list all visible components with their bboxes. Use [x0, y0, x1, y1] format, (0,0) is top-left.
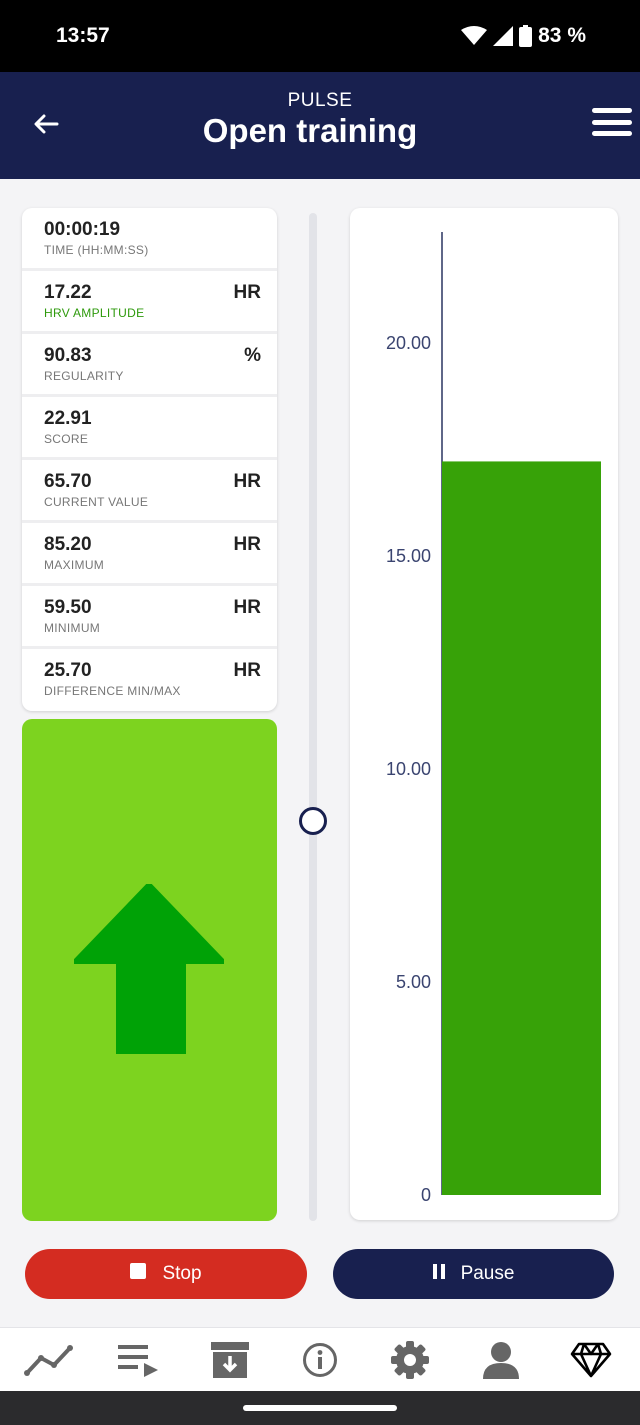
battery-icon — [519, 25, 533, 47]
stats-card: 00:00:19 TIME (HH:MM:SS) 17.22 HRV AMPLI… — [22, 208, 277, 711]
stat-unit: % — [244, 345, 261, 366]
chart-card: 0 5.00 10.00 15.00 20.00 — [350, 208, 618, 1220]
playlist-icon — [118, 1344, 159, 1377]
stat-value: 22.91 — [44, 408, 92, 429]
menu-line — [592, 108, 632, 113]
header-subtitle: PULSE — [287, 90, 353, 111]
stat-row-hrv-amplitude: 17.22 HRV AMPLITUDE HR — [22, 271, 277, 334]
stat-unit: HR — [233, 597, 261, 618]
battery-percent: 83 % — [538, 24, 586, 47]
stat-row-maximum: 85.20 MAXIMUM HR — [22, 523, 277, 586]
home-indicator[interactable] — [243, 1405, 397, 1411]
stop-label: Stop — [162, 1263, 202, 1284]
y-tick-label: 20.00 — [386, 333, 431, 353]
archive-icon — [210, 1341, 249, 1378]
slider-thumb[interactable] — [299, 807, 327, 835]
nav-archive[interactable] — [200, 1335, 260, 1385]
stat-row-difference: 25.70 DIFFERENCE MIN/MAX HR — [22, 649, 277, 711]
stat-label: MAXIMUM — [44, 558, 105, 572]
chart-icon — [24, 1344, 74, 1376]
pause-button[interactable]: Pause — [333, 1249, 614, 1299]
bar — [442, 461, 601, 1195]
stat-unit: HR — [233, 471, 261, 492]
stat-label: MINIMUM — [44, 621, 101, 635]
bottom-nav — [0, 1327, 640, 1391]
stat-value: 59.50 — [44, 597, 92, 618]
nav-info[interactable] — [290, 1335, 350, 1385]
stat-unit: HR — [233, 534, 261, 555]
stat-value: 65.70 — [44, 471, 92, 492]
menu-line — [592, 131, 632, 136]
stat-row-regularity: 90.83 REGULARITY % — [22, 334, 277, 397]
stat-label: HRV AMPLITUDE — [44, 306, 145, 320]
status-bar: 13:57 83 % — [0, 0, 640, 72]
stop-icon — [130, 1263, 147, 1279]
status-time: 13:57 — [56, 24, 110, 47]
trend-indicator-panel — [22, 719, 277, 1221]
y-tick-label: 0 — [421, 1185, 431, 1205]
stat-label: TIME (HH:MM:SS) — [44, 243, 149, 257]
menu-button[interactable] — [590, 102, 634, 142]
nav-settings[interactable] — [380, 1335, 440, 1385]
slider-track[interactable] — [309, 213, 317, 1221]
nav-chart[interactable] — [19, 1335, 79, 1385]
nav-playlist[interactable] — [109, 1335, 169, 1385]
y-tick-label: 5.00 — [396, 972, 431, 992]
pause-label: Pause — [460, 1263, 515, 1284]
info-icon — [302, 1342, 337, 1377]
stop-button[interactable]: Stop — [25, 1249, 307, 1299]
y-tick-label: 15.00 — [386, 546, 431, 566]
signal-icon — [493, 26, 514, 46]
stat-row-score: 22.91 SCORE — [22, 397, 277, 460]
stat-label: REGULARITY — [44, 369, 124, 383]
stat-label: DIFFERENCE MIN/MAX — [44, 684, 181, 698]
nav-premium[interactable] — [561, 1335, 621, 1385]
gesture-bar — [0, 1391, 640, 1425]
page-title: Open training — [202, 112, 418, 149]
profile-icon — [482, 1341, 519, 1379]
stat-unit: HR — [233, 660, 261, 681]
stat-label: SCORE — [44, 432, 89, 446]
wifi-icon — [461, 26, 488, 45]
stat-row-current-value: 65.70 CURRENT VALUE HR — [22, 460, 277, 523]
stat-value: 00:00:19 — [44, 219, 121, 240]
stat-value: 90.83 — [44, 345, 92, 366]
y-tick-label: 10.00 — [386, 759, 431, 779]
stat-row-minimum: 59.50 MINIMUM HR — [22, 586, 277, 649]
stat-unit: HR — [233, 282, 261, 303]
app-header: PULSE Open training — [0, 72, 640, 179]
settings-icon — [391, 1340, 430, 1379]
stat-value: 25.70 — [44, 660, 92, 681]
stat-row-time: 00:00:19 TIME (HH:MM:SS) — [22, 208, 277, 271]
bar-chart: 0 5.00 10.00 15.00 20.00 — [386, 232, 601, 1205]
stat-value: 17.22 — [44, 282, 92, 303]
arrow-up-icon — [74, 884, 224, 1054]
pause-icon — [432, 1263, 445, 1279]
stat-label: CURRENT VALUE — [44, 495, 149, 509]
status-indicators: 83 % — [461, 22, 586, 50]
diamond-icon — [570, 1342, 612, 1377]
menu-line — [592, 119, 632, 125]
stat-value: 85.20 — [44, 534, 92, 555]
nav-profile[interactable] — [471, 1335, 531, 1385]
